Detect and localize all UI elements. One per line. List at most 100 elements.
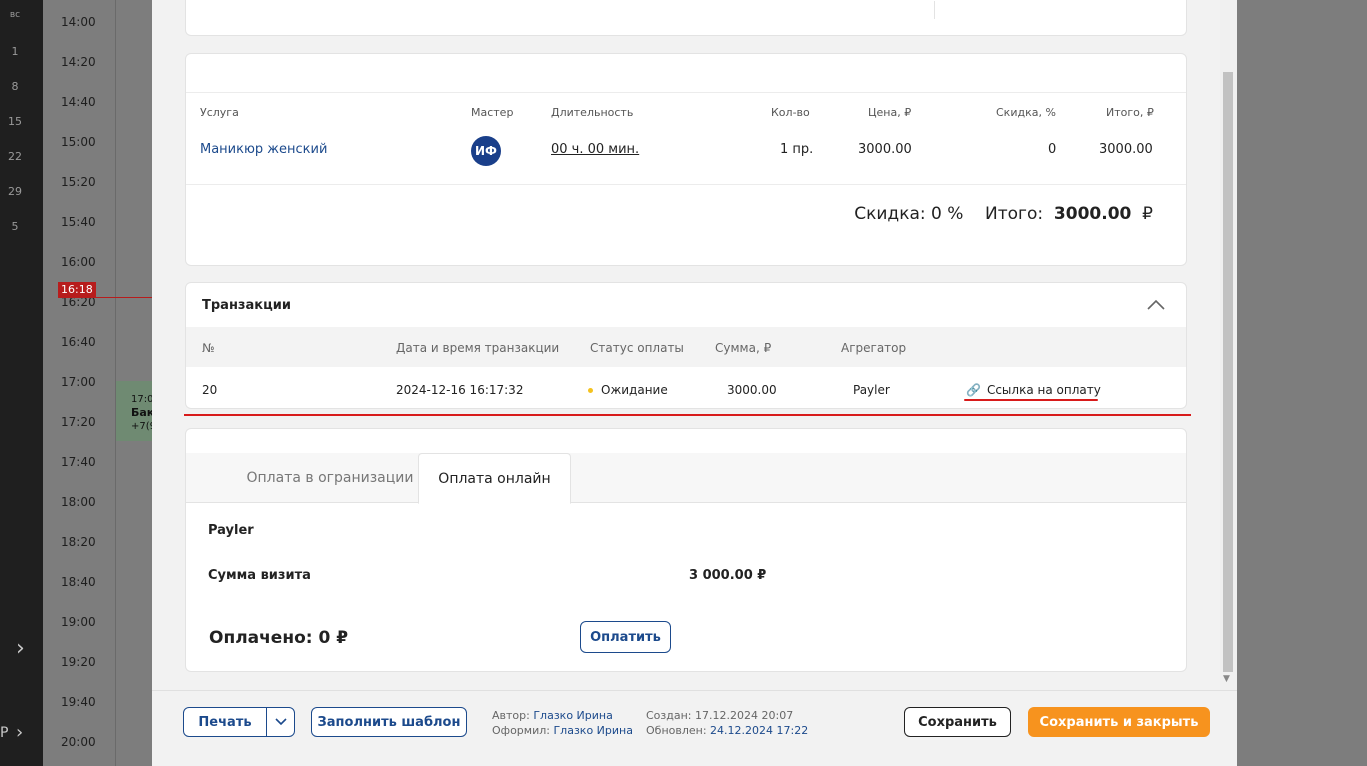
print-dropdown-button[interactable]: [266, 707, 295, 737]
pay-button[interactable]: Оплатить: [580, 621, 671, 653]
time-slot: 18:40: [61, 575, 96, 589]
print-button[interactable]: Печать: [183, 707, 267, 737]
payment-provider: Payler: [208, 523, 254, 538]
time-slot: 18:00: [61, 495, 96, 509]
service-link[interactable]: Маникюр женский: [200, 142, 327, 157]
payment-link-label[interactable]: Ссылка на оплату: [987, 383, 1101, 397]
dates-info: Создан: 17.12.2024 20:07 Обновлен: 24.12…: [646, 708, 808, 738]
event-time: 17:0: [131, 394, 153, 405]
event-client: Бак: [131, 406, 153, 419]
scrollbar-thumb[interactable]: [1223, 72, 1233, 672]
visit-sum-value: 3 000.00 ₽: [689, 568, 767, 583]
transactions-title: Транзакции: [202, 298, 291, 313]
col-duration: Длительность: [551, 106, 634, 119]
time-slot: 15:00: [61, 135, 96, 149]
chevron-right-icon[interactable]: ›: [16, 722, 23, 743]
time-slot: 17:00: [61, 375, 96, 389]
left-rail: вс 1 8 15 22 29 5 › P ›: [0, 0, 43, 766]
col-status: Статус оплаты: [590, 341, 684, 355]
payment-link[interactable]: 🔗 Ссылка на оплату: [966, 383, 1101, 397]
expand-chevron-icon[interactable]: ›: [16, 636, 25, 661]
card-divider: [934, 1, 935, 19]
service-qty: 1 пр.: [780, 142, 814, 157]
author-name[interactable]: Глазко Ирина: [533, 709, 613, 722]
service-total: 3000.00: [1099, 142, 1153, 157]
highlight-divider: [184, 414, 1191, 416]
collapse-chevron-icon[interactable]: [1146, 295, 1166, 315]
event-phone: +7(9: [131, 421, 153, 432]
divider: [186, 184, 1186, 185]
time-slot: 19:00: [61, 615, 96, 629]
week-number[interactable]: 1: [0, 45, 30, 58]
col-price: Цена, ₽: [868, 106, 912, 119]
txn-amount: 3000.00: [727, 383, 777, 397]
highlight-underline: [964, 399, 1098, 401]
tab-payment-online[interactable]: Оплата онлайн: [418, 453, 571, 504]
week-number[interactable]: 5: [0, 220, 30, 233]
updated-date: 24.12.2024 17:22: [710, 724, 809, 737]
issued-label: Оформил:: [492, 724, 550, 737]
week-number[interactable]: 8: [0, 80, 30, 93]
fill-template-button[interactable]: Заполнить шаблон: [311, 707, 467, 737]
time-slot: 14:40: [61, 95, 96, 109]
visit-sum-label: Сумма визита: [208, 568, 311, 583]
col-aggregator: Агрегатор: [841, 341, 907, 355]
current-time-badge: 16:18: [58, 282, 96, 297]
time-slot: 15:20: [61, 175, 96, 189]
save-and-close-button[interactable]: Сохранить и закрыть: [1028, 707, 1210, 737]
col-total: Итого, ₽: [1106, 106, 1154, 119]
time-slot: 17:40: [61, 455, 96, 469]
created-label: Создан:: [646, 709, 692, 722]
time-slot: 19:20: [61, 655, 96, 669]
time-slot: 20:00: [61, 735, 96, 749]
updated-label: Обновлен:: [646, 724, 707, 737]
services-summary: Скидка: 0 % Итого: 3000.00 ₽: [854, 204, 1153, 224]
created-date: 17.12.2024 20:07: [695, 709, 794, 722]
master-avatar[interactable]: ИФ: [471, 136, 501, 166]
txn-status: Ожидание: [588, 383, 668, 397]
time-slot: 14:20: [61, 55, 96, 69]
current-time-line: [58, 297, 153, 298]
txn-aggregator: Payler: [853, 383, 890, 397]
col-datetime: Дата и время транзакции: [396, 341, 560, 355]
time-slot: 19:40: [61, 695, 96, 709]
week-number[interactable]: 29: [0, 185, 30, 198]
summary-total-label: Итого:: [985, 204, 1044, 224]
link-icon: 🔗: [966, 383, 981, 397]
transactions-card: Транзакции № Дата и время транзакции Ста…: [185, 282, 1187, 409]
status-dot-icon: [588, 388, 593, 393]
time-slot: 16:00: [61, 255, 96, 269]
col-master: Мастер: [471, 106, 514, 119]
payment-tabs: Оплата в огранизации Оплата онлайн: [186, 453, 1186, 504]
save-button[interactable]: Сохранить: [904, 707, 1011, 737]
scroll-down-icon[interactable]: ▼: [1223, 674, 1230, 684]
service-price: 3000.00: [858, 142, 912, 157]
time-slot: 14:00: [61, 15, 96, 29]
transactions-header-row: [186, 327, 1186, 367]
summary-currency: ₽: [1142, 204, 1153, 224]
duration-link[interactable]: 00 ч. 00 мин.: [551, 142, 639, 157]
txn-number: 20: [202, 383, 218, 397]
week-number[interactable]: 22: [0, 150, 30, 163]
week-number[interactable]: 15: [0, 115, 30, 128]
time-slot: 18:20: [61, 535, 96, 549]
time-slot: 17:20: [61, 415, 96, 429]
col-number: №: [202, 341, 215, 355]
visit-modal: Услуга Мастер Длительность Кол-во Цена, …: [152, 0, 1237, 766]
chevron-down-icon: [274, 718, 287, 726]
col-discount: Скидка, %: [996, 106, 1056, 119]
sidebar-bottom-label: P: [0, 725, 9, 741]
txn-status-text: Ожидание: [601, 383, 668, 397]
summary-discount: Скидка: 0 %: [854, 204, 964, 224]
tab-payment-in-org[interactable]: Оплата в огранизации: [220, 453, 440, 503]
services-card: Услуга Мастер Длительность Кол-во Цена, …: [185, 53, 1187, 266]
modal-footer: Печать Заполнить шаблон Автор: Глазко Ир…: [152, 690, 1237, 766]
txn-datetime: 2024-12-16 16:17:32: [396, 383, 524, 397]
time-slot: 15:40: [61, 215, 96, 229]
issued-name[interactable]: Глазко Ирина: [553, 724, 633, 737]
top-card: [185, 0, 1187, 36]
service-name[interactable]: Маникюр женский: [200, 142, 327, 157]
weekday-label: вс: [9, 10, 21, 20]
calendar-event[interactable]: 17:0 Бак +7(9: [116, 381, 153, 441]
time-slot: 16:40: [61, 335, 96, 349]
